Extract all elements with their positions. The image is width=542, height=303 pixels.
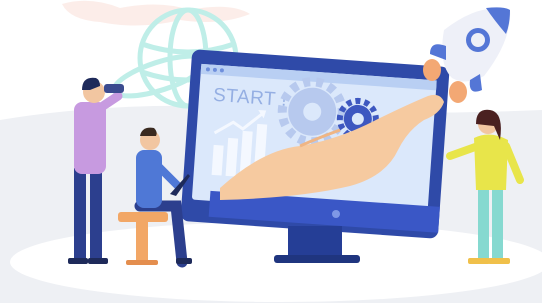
stool: [118, 212, 168, 222]
startup-illustration: START !: [0, 0, 542, 303]
binoculars-icon: [104, 84, 124, 93]
flame-icon: [449, 81, 467, 103]
flame-icon: [423, 59, 441, 81]
